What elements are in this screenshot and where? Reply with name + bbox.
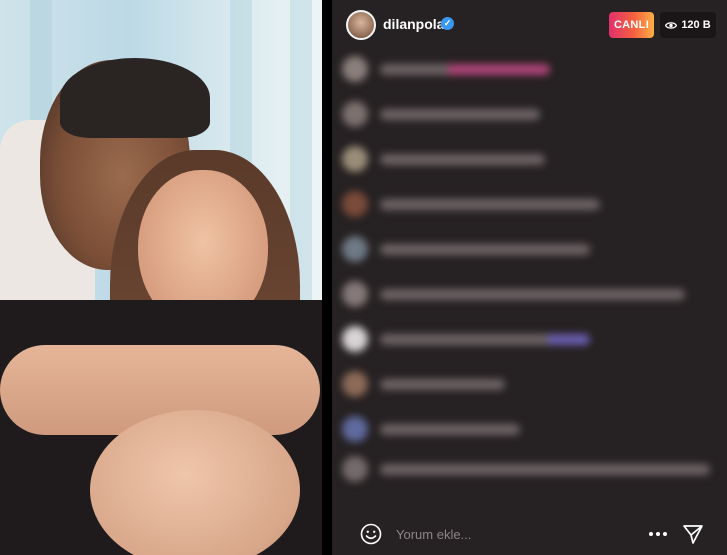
avatar[interactable]: [346, 10, 376, 40]
live-header: dilanpolat ✓ CANLI 120 B: [332, 0, 727, 50]
comment-bar: [332, 511, 727, 555]
comment-avatar: [342, 101, 368, 127]
comment-text: [380, 379, 505, 390]
comment-text: [380, 199, 600, 210]
comment-avatar: [342, 371, 368, 397]
comment-avatar: [342, 456, 368, 482]
comment-input[interactable]: [396, 523, 616, 545]
username[interactable]: dilanpolat: [383, 16, 449, 32]
comment-avatar: [342, 416, 368, 442]
comment-text: [380, 464, 710, 475]
viewer-count-badge[interactable]: 120 B: [660, 12, 716, 38]
smiley-icon[interactable]: [360, 523, 382, 545]
comment-avatar: [342, 191, 368, 217]
comment-text: [380, 154, 545, 165]
eye-icon: [665, 21, 678, 29]
comment-avatar: [342, 236, 368, 262]
pane-divider: [322, 0, 332, 555]
comment-text: [380, 289, 685, 300]
comment-avatar: [342, 146, 368, 172]
man-hair: [60, 58, 210, 138]
more-horizontal-icon[interactable]: [648, 530, 668, 538]
comment-avatar: [342, 281, 368, 307]
comment-avatar: [342, 326, 368, 352]
live-badge: CANLI: [609, 12, 654, 38]
live-video: [0, 0, 322, 555]
comment-text: [380, 109, 540, 120]
live-chat-pane: dilanpolat ✓ CANLI 120 B: [332, 0, 727, 555]
comment-text: [380, 244, 590, 255]
comment-text: [380, 424, 520, 435]
send-icon[interactable]: [682, 523, 704, 545]
comment-list: [332, 54, 727, 494]
comment-text: [380, 334, 590, 345]
viewer-count: 120 B: [681, 19, 711, 31]
comment-text: [380, 64, 550, 75]
comment-avatar: [342, 56, 368, 82]
verified-badge-icon: ✓: [441, 17, 454, 30]
